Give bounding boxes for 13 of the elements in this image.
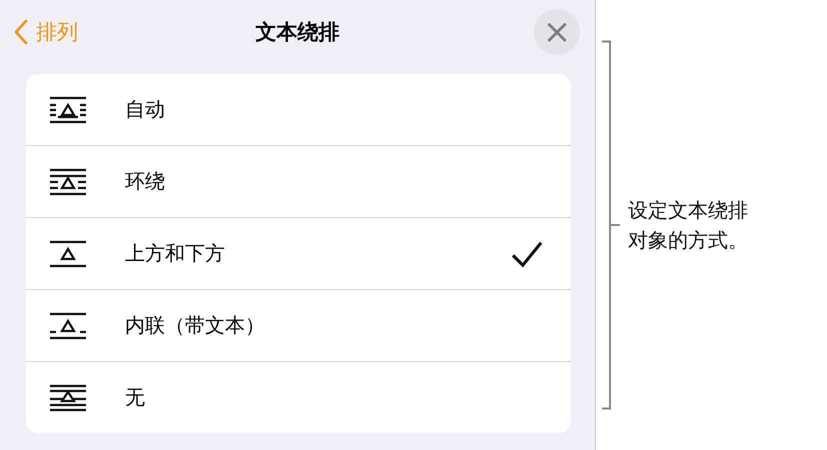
wrap-style-icon: [48, 312, 88, 340]
wrap-option[interactable]: 上方和下方: [26, 217, 571, 289]
panel-title: 文本绕排: [256, 20, 340, 44]
wrap-style-icon: [48, 384, 88, 412]
wrap-style-icon: [48, 240, 88, 268]
wrap-style-icon: [48, 168, 88, 196]
wrap-option[interactable]: 环绕: [26, 145, 571, 217]
wrap-option[interactable]: 自动: [26, 74, 571, 145]
wrap-option[interactable]: 内联（带文本）: [26, 289, 571, 361]
wrap-style-icon: [48, 96, 88, 124]
wrap-option[interactable]: 无: [26, 361, 571, 433]
callout-text: 设定文本绕排对象的方式。: [628, 197, 749, 254]
chevron-left-icon: [14, 19, 28, 45]
